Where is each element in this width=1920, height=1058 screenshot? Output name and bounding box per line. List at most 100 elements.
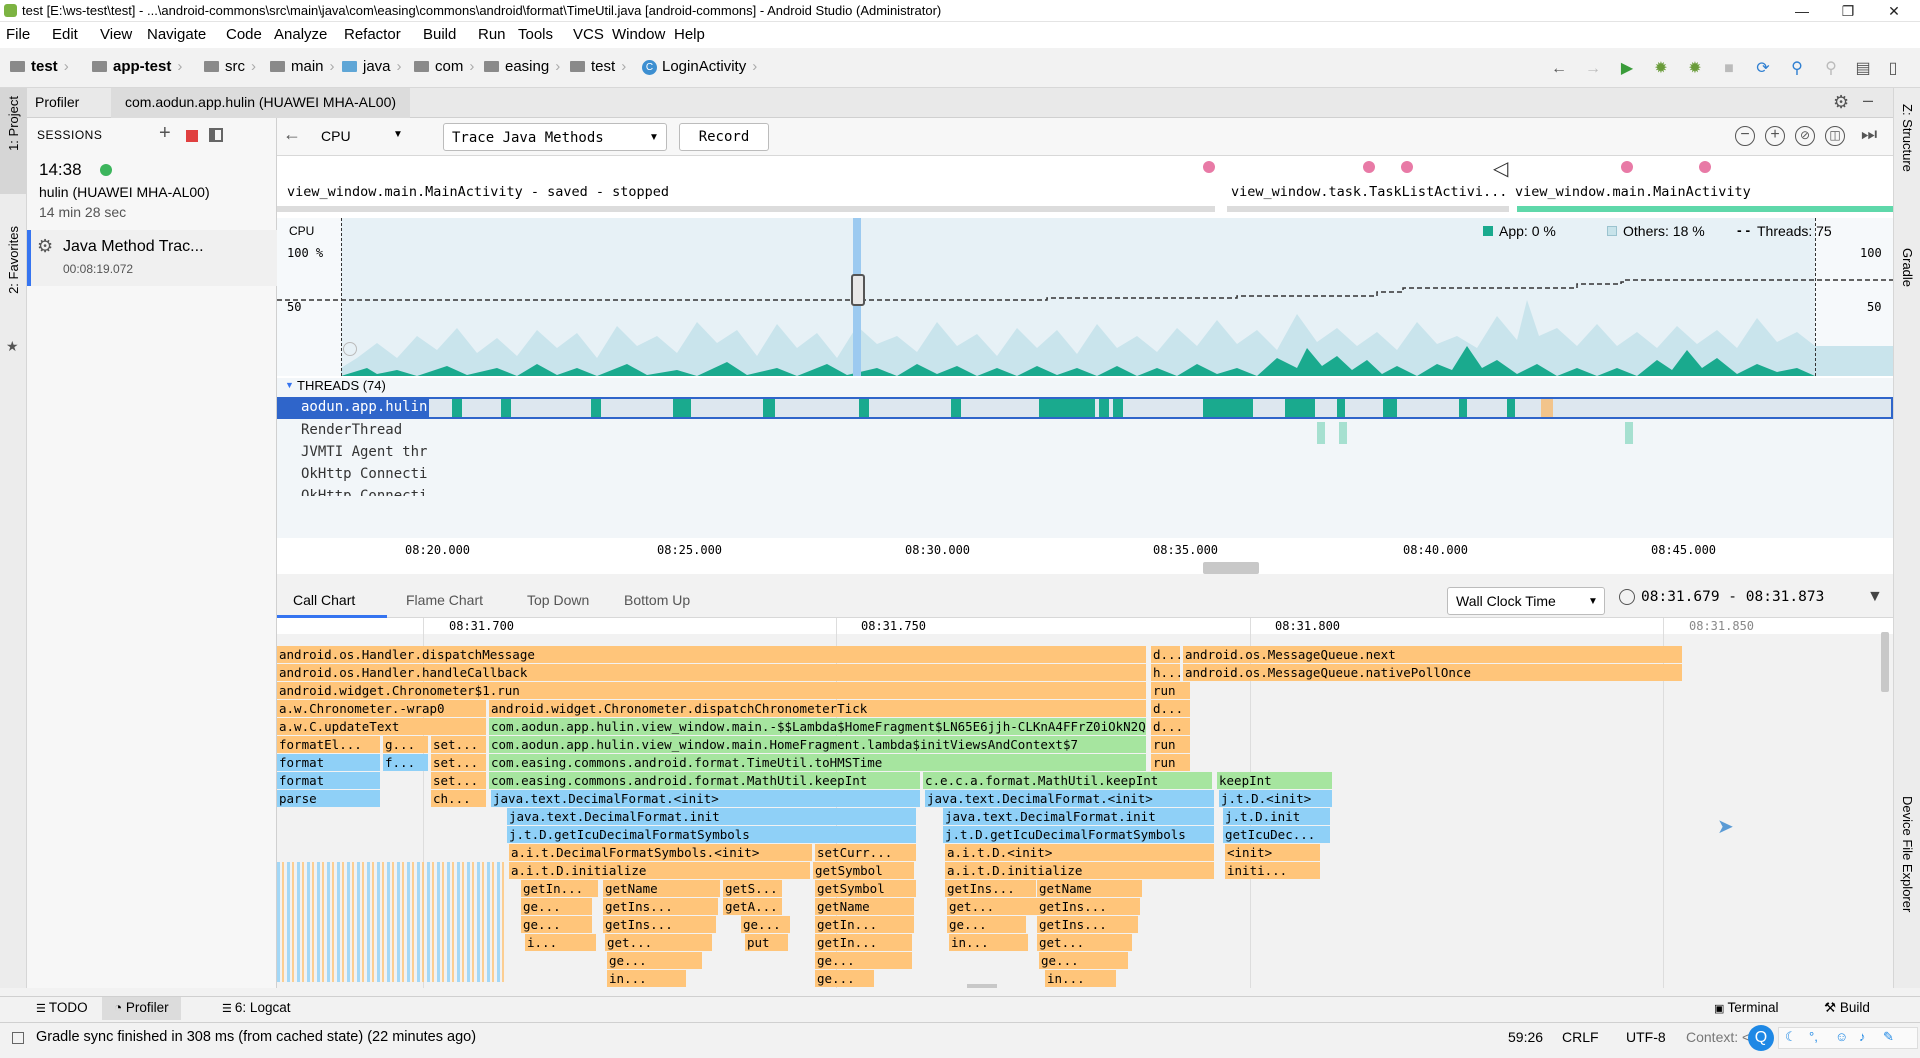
call-frame[interactable]: format (277, 772, 381, 789)
forward-icon[interactable]: → (1582, 58, 1604, 80)
call-frame[interactable]: j.t.D.init (1223, 808, 1331, 825)
call-frame[interactable]: getName (815, 898, 915, 915)
session-item[interactable]: 14:38 hulin (HUAWEI MHA-AL00) 14 min 28 … (27, 154, 277, 230)
call-frame[interactable]: getIns... (945, 880, 1037, 897)
sdk-manager-icon[interactable]: ▤ (1852, 58, 1874, 80)
stop-icon[interactable]: ■ (1718, 58, 1740, 80)
file-encoding[interactable]: UTF-8 (1626, 1029, 1666, 1045)
activity-label[interactable]: view_window.task.TaskListActivi... (1231, 184, 1507, 200)
chart-vertical-scrollbar[interactable] (1881, 632, 1889, 692)
call-frame[interactable]: java.text.DecimalFormat.init (943, 808, 1215, 825)
menu-code[interactable]: Code (226, 26, 262, 43)
tab-flame-chart[interactable]: Flame Chart (406, 592, 483, 608)
call-frame[interactable]: ge... (607, 952, 703, 969)
add-session-icon[interactable]: + (159, 122, 171, 145)
breadcrumb-java[interactable]: java › (342, 58, 408, 75)
menu-analyze[interactable]: Analyze (274, 26, 327, 43)
zoom-in-icon[interactable]: + (1765, 126, 1785, 146)
call-frame[interactable]: in... (949, 934, 1029, 951)
restore-button[interactable]: ❐ (1826, 0, 1870, 22)
call-frame[interactable]: com.aodun.app.hulin.view_window.main.Hom… (489, 736, 1147, 753)
call-frame[interactable]: android.widget.Chronometer.dispatchChron… (489, 700, 1147, 717)
breadcrumb-src[interactable]: src › (204, 58, 262, 75)
breadcrumb-loginactivity[interactable]: C LoginActivity › (642, 58, 763, 75)
call-frame[interactable]: j.t.D.getIcuDecimalFormatSymbols (507, 826, 917, 843)
monitor-dropdown[interactable]: CPU ▼ (313, 123, 411, 151)
ime-toolbar[interactable]: ☾ °, ☺ ♪ ✎ (1778, 1027, 1918, 1049)
zoom-out-icon[interactable]: − (1735, 126, 1755, 146)
call-chart[interactable]: 08:31.700 08:31.750 08:31.800 08:31.850 … (277, 618, 1893, 988)
call-frame[interactable]: a.w.C.updateText (277, 718, 487, 735)
call-frame[interactable]: getSymbol (815, 880, 917, 897)
call-frame[interactable]: ge... (1039, 952, 1129, 969)
call-frame[interactable]: getIcuDec... (1223, 826, 1331, 843)
call-frame[interactable]: run (1151, 754, 1191, 771)
sync-icon[interactable]: ⟳ (1752, 58, 1774, 80)
call-frame[interactable]: getIns... (1037, 898, 1141, 915)
call-frame[interactable]: java.text.DecimalFormat.<init> (925, 790, 1215, 807)
tab-bottom-up[interactable]: Bottom Up (624, 592, 690, 608)
call-frame[interactable]: com.aodun.app.hulin.view_window.main.-$$… (489, 718, 1147, 735)
terminal-tab[interactable]: ▣ Terminal (1714, 1000, 1778, 1015)
activity-label[interactable]: view_window.main.MainActivity - saved - … (287, 184, 669, 200)
collapse-panel-icon[interactable] (209, 128, 223, 142)
timeline-scrollbar[interactable] (1203, 562, 1259, 574)
trace-config-dropdown[interactable]: Trace Java Methods ▼ (443, 123, 667, 151)
call-frame[interactable]: j.t.D.<init> (1219, 790, 1333, 807)
breadcrumb-main[interactable]: main › (270, 58, 341, 75)
menu-view[interactable]: View (100, 26, 132, 43)
record-button[interactable]: Record (679, 123, 769, 151)
call-frame[interactable]: getSymbol (813, 862, 915, 879)
call-frame[interactable]: set... (431, 736, 487, 753)
status-toggle-icon[interactable] (12, 1032, 24, 1044)
search-disabled-icon[interactable]: ⚲ (1820, 58, 1842, 80)
call-frame[interactable]: set... (431, 754, 487, 771)
call-frame[interactable]: get... (1037, 934, 1133, 951)
call-frame[interactable]: getIn... (815, 916, 915, 933)
menu-edit[interactable]: Edit (52, 26, 78, 43)
call-frame[interactable]: run (1151, 682, 1191, 699)
call-frame[interactable]: setCurr... (815, 844, 917, 861)
call-frame[interactable]: parse (277, 790, 381, 807)
filter-icon[interactable]: ▼ (1867, 588, 1883, 606)
breadcrumb-app-test[interactable]: app-test › (92, 58, 188, 75)
call-frame[interactable]: android.os.Handler.handleCallback (277, 664, 1147, 681)
thread-name[interactable]: OkHttp Connecti (301, 466, 427, 482)
search-icon[interactable]: ⚲ (1786, 58, 1808, 80)
activity-label[interactable]: view_window.main.MainActivity (1515, 184, 1751, 200)
caret-position[interactable]: 59:26 (1508, 1029, 1543, 1045)
thread-name[interactable]: OkHttp Connecti (301, 488, 427, 496)
call-frame[interactable]: android.os.Handler.dispatchMessage (277, 646, 1147, 663)
reset-zoom-icon[interactable]: ⊘ (1795, 126, 1815, 146)
selection-handle[interactable] (851, 274, 865, 306)
menu-tools[interactable]: Tools (518, 26, 553, 43)
go-live-icon[interactable]: ⏭ (1861, 124, 1877, 145)
session-tab[interactable]: com.aodun.app.hulin (HUAWEI MHA-AL00) (111, 88, 411, 118)
call-frame[interactable]: get... (947, 898, 1039, 915)
profiler-bottom-tab[interactable]: ◔ Profiler (102, 997, 181, 1020)
hide-panel-icon[interactable]: – (1863, 90, 1873, 111)
gear-icon[interactable]: ⚙ (1833, 92, 1849, 113)
call-frame[interactable]: ge... (521, 916, 593, 933)
menu-help[interactable]: Help (674, 26, 705, 43)
call-frame[interactable]: get... (605, 934, 713, 951)
call-frame[interactable]: set... (431, 772, 487, 789)
back-arrow-icon[interactable]: ← (283, 124, 301, 145)
touch-event-dot[interactable] (1203, 161, 1215, 173)
menu-vcs[interactable]: VCS (573, 26, 604, 43)
cpu-graph[interactable]: CPU 100 % 50 100 50 App: 0 % Others: 18 … (277, 218, 1893, 376)
trace-artifact-item[interactable]: ⚙ Java Method Trac... 00:08:19.072 (27, 230, 277, 286)
breadcrumb-test-pkg[interactable]: test › (570, 58, 632, 75)
call-frame[interactable]: ge... (815, 970, 875, 987)
attach-debugger-icon[interactable]: ✹ (1684, 58, 1706, 80)
breadcrumb-com[interactable]: com › (414, 58, 480, 75)
back-event-icon[interactable]: ◁ (1493, 156, 1508, 181)
touch-event-dot[interactable] (1699, 161, 1711, 173)
line-separator[interactable]: CRLF (1562, 1029, 1599, 1045)
zoom-to-selection-icon[interactable]: ◫ (1825, 126, 1845, 146)
call-frame[interactable]: getA... (723, 898, 783, 915)
menu-window[interactable]: Window (612, 26, 665, 43)
call-frame[interactable]: getS... (723, 880, 783, 897)
menu-build[interactable]: Build (423, 26, 456, 43)
call-frame[interactable]: keepInt (1217, 772, 1333, 789)
